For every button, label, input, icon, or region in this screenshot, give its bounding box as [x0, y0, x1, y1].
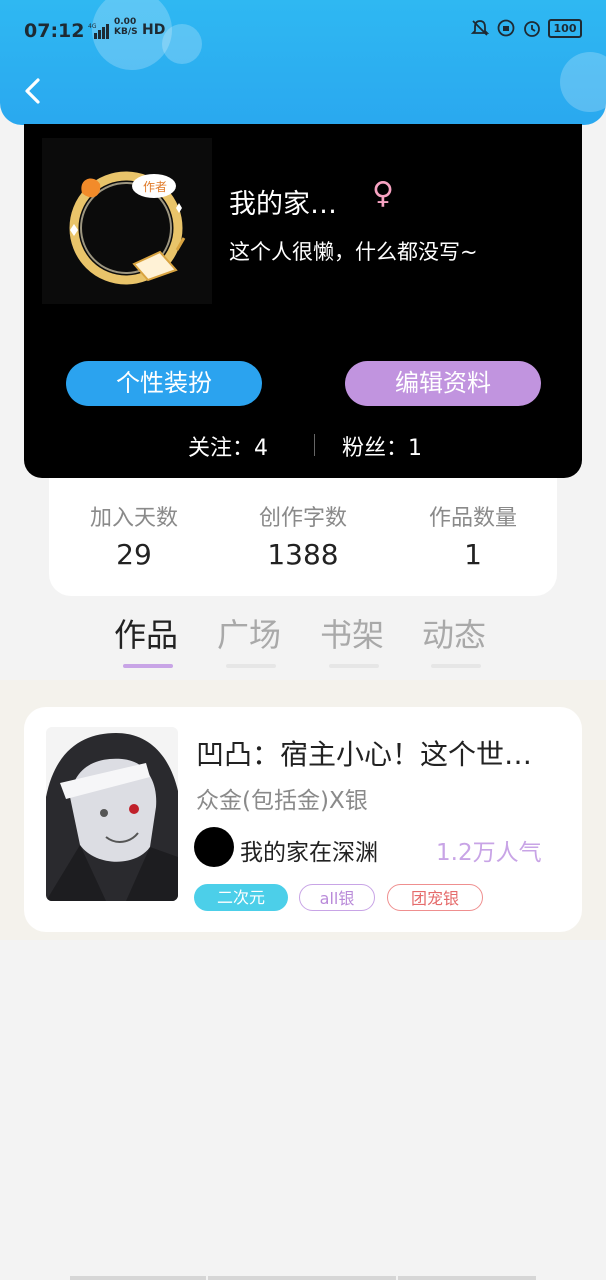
- signal-icon: 4G: [88, 23, 109, 39]
- svg-text:作者: 作者: [143, 180, 167, 194]
- fans-count[interactable]: 粉丝：1: [342, 430, 422, 462]
- tag-chip[interactable]: all银: [299, 884, 375, 911]
- stat-word-count: 创作字数 1388: [218, 500, 388, 571]
- data-saver-icon: [497, 19, 515, 37]
- tab-indicator: [431, 664, 481, 668]
- edit-profile-button[interactable]: 编辑资料: [345, 361, 541, 406]
- work-title: 凹凸：宿主小心！这个世…: [196, 738, 533, 771]
- status-bar: 07:12 4G 0.00 KB/S HD 100: [0, 14, 606, 50]
- tab-bookshelf[interactable]: 书架: [320, 610, 384, 656]
- avatar-frame[interactable]: 作者: [42, 138, 212, 304]
- stat-value: 29: [116, 538, 152, 571]
- author-avatar: [194, 827, 234, 867]
- nav-gesture-bar: [208, 1276, 396, 1280]
- decor-bubble: [560, 52, 606, 112]
- mute-bell-icon: [470, 20, 490, 36]
- nav-gesture-bar: [70, 1276, 206, 1280]
- svg-text:4G: 4G: [88, 23, 97, 30]
- battery-icon: 100: [548, 18, 582, 38]
- stat-value: 1388: [267, 538, 339, 571]
- divider: [314, 434, 315, 456]
- stat-label: 作品数量: [428, 506, 517, 531]
- work-cover-image: [46, 727, 178, 901]
- stat-join-days: 加入天数 29: [49, 500, 219, 571]
- stat-works-count: 作品数量 1: [388, 500, 558, 571]
- profile-bio: 这个人很懒，什么都没写~: [229, 240, 478, 264]
- stat-label: 加入天数: [89, 506, 178, 531]
- app-header: 07:12 4G 0.00 KB/S HD 100: [0, 0, 606, 125]
- tab-square[interactable]: 广场: [217, 610, 281, 656]
- popularity-count: 1.2万人气: [436, 840, 542, 866]
- back-button[interactable]: [18, 74, 48, 108]
- stat-label: 创作字数: [258, 506, 347, 531]
- hd-label: HD: [142, 22, 166, 38]
- nav-gesture-bar: [398, 1276, 536, 1280]
- following-count[interactable]: 关注：4: [188, 430, 268, 462]
- author-name: 我的家在深渊: [240, 840, 378, 866]
- tab-works[interactable]: 作品: [114, 610, 178, 656]
- stats-panel: 加入天数 29 创作字数 1388 作品数量 1: [49, 478, 557, 596]
- tag-chip[interactable]: 二次元: [194, 884, 288, 911]
- profile-card: 作者 我的家… ♀ 这个人很懒，什么都没写~ 个性装扮 编辑资料 关注：4 粉丝…: [24, 124, 582, 478]
- female-icon: ♀: [372, 176, 394, 211]
- tab-moments[interactable]: 动态: [422, 610, 486, 656]
- net-speed-value: 0.00: [114, 17, 137, 27]
- tab-indicator-active: [123, 664, 173, 668]
- stat-value: 1: [464, 538, 482, 571]
- status-icons: 100: [470, 18, 582, 38]
- profile-nickname: 我的家…: [229, 189, 337, 220]
- alarm-icon: [524, 21, 540, 37]
- work-cp: 众金(包括金)X银: [196, 788, 368, 814]
- tab-indicator: [329, 664, 379, 668]
- net-speed-unit: KB/S: [114, 27, 138, 37]
- work-card[interactable]: 凹凸：宿主小心！这个世… 众金(包括金)X银 我的家在深渊 1.2万人气 二次元…: [24, 707, 582, 932]
- tab-indicator: [226, 664, 276, 668]
- dress-up-button[interactable]: 个性装扮: [66, 361, 262, 406]
- net-speed: 0.00 KB/S: [114, 17, 138, 37]
- status-time: 07:12: [24, 20, 85, 42]
- tag-chip[interactable]: 团宠银: [387, 884, 483, 911]
